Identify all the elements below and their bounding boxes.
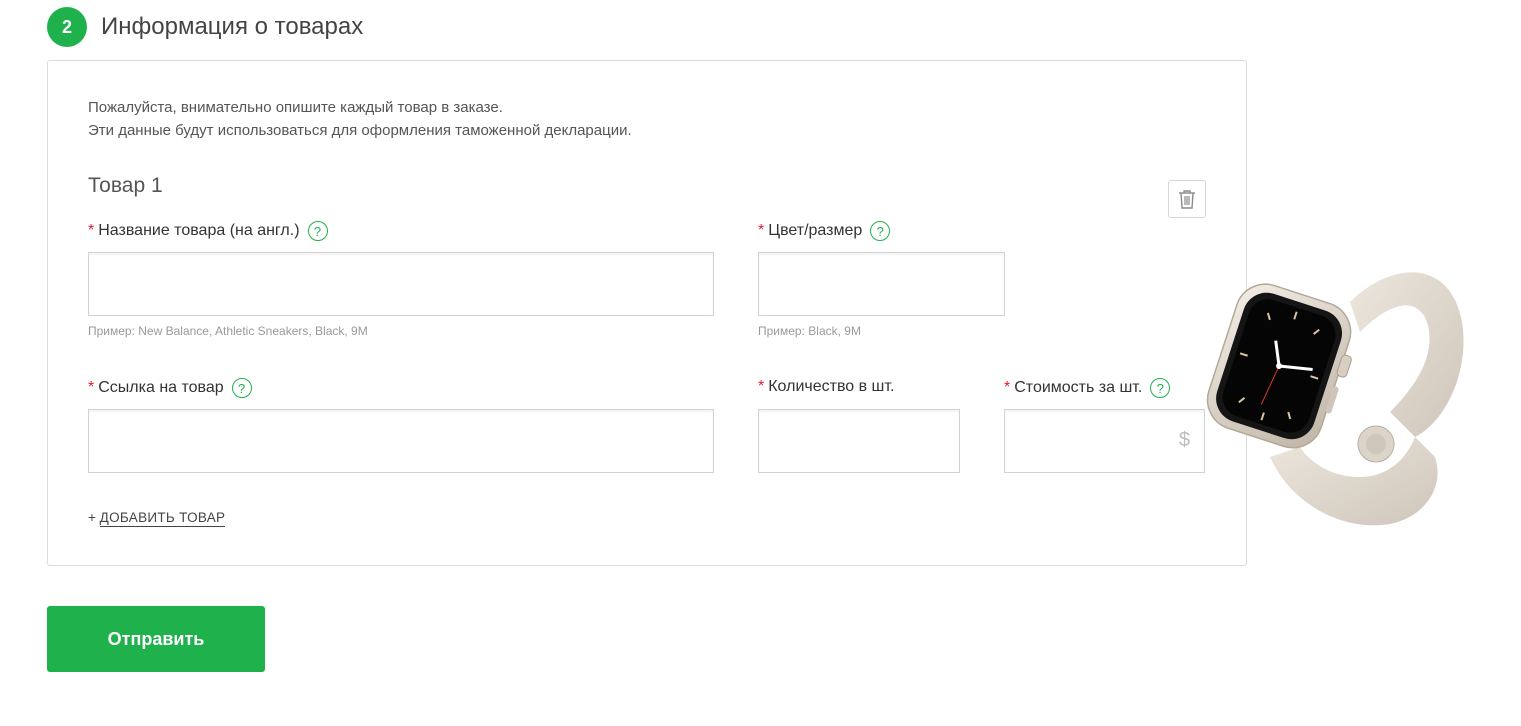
required-mark: * [758, 222, 765, 239]
product-name-label: * Название товара (на англ.) ? [88, 221, 328, 241]
delete-item-button[interactable] [1168, 180, 1206, 218]
smartwatch-image [1206, 272, 1464, 526]
color-size-label: * Цвет/размер ? [758, 221, 891, 241]
product-link-label: * Ссылка на товар ? [88, 378, 252, 398]
price-input-wrap: $ [1004, 409, 1205, 473]
product-link-input[interactable] [89, 410, 713, 472]
submit-button[interactable]: Отправить [47, 606, 265, 672]
help-icon[interactable]: ? [870, 221, 891, 241]
product-name-input-wrap [88, 252, 714, 316]
plus-icon: + [88, 510, 96, 525]
product-link-input-wrap [88, 409, 714, 473]
item-title: Товар 1 [88, 174, 163, 197]
help-icon[interactable]: ? [1150, 378, 1171, 398]
product-name-label-text: Название товара (на англ.) [98, 222, 300, 239]
quantity-input[interactable] [759, 410, 959, 472]
help-icon[interactable]: ? [307, 221, 328, 241]
color-size-hint: Пример: Black, 9M [758, 324, 861, 338]
quantity-input-wrap [758, 409, 960, 473]
price-label-text: Стоимость за шт. [1014, 379, 1143, 396]
price-input[interactable] [1005, 410, 1204, 472]
required-mark: * [758, 378, 765, 395]
product-name-input[interactable] [89, 253, 713, 315]
step-number-badge: 2 [47, 7, 87, 47]
section-title: Информация о товарах [101, 13, 364, 40]
product-info-card: Пожалуйста, внимательно опишите каждый т… [47, 60, 1247, 566]
add-item-link[interactable]: + ДОБАВИТЬ ТОВАР [88, 510, 226, 527]
color-size-input[interactable] [759, 253, 1004, 315]
intro-text: Пожалуйста, внимательно опишите каждый т… [88, 96, 632, 142]
help-icon[interactable]: ? [231, 378, 252, 398]
color-size-input-wrap [758, 252, 1005, 316]
quantity-label-text: Количество в шт. [768, 378, 895, 395]
required-mark: * [1004, 379, 1011, 396]
required-mark: * [88, 379, 95, 396]
color-size-label-text: Цвет/размер [768, 222, 863, 239]
intro-line-1: Пожалуйста, внимательно опишите каждый т… [88, 99, 503, 116]
step-header: 2 Информация о товарах [47, 7, 363, 47]
price-label: * Стоимость за шт. ? [1004, 378, 1171, 398]
intro-line-2: Эти данные будут использоваться для офор… [88, 122, 632, 139]
product-link-label-text: Ссылка на товар [98, 379, 224, 396]
trash-icon [1179, 190, 1195, 209]
quantity-label: * Количество в шт. [758, 378, 894, 396]
product-name-hint: Пример: New Balance, Athletic Sneakers, … [88, 324, 368, 338]
add-item-label: ДОБАВИТЬ ТОВАР [99, 510, 226, 527]
currency-symbol: $ [1178, 429, 1190, 451]
required-mark: * [88, 222, 95, 239]
